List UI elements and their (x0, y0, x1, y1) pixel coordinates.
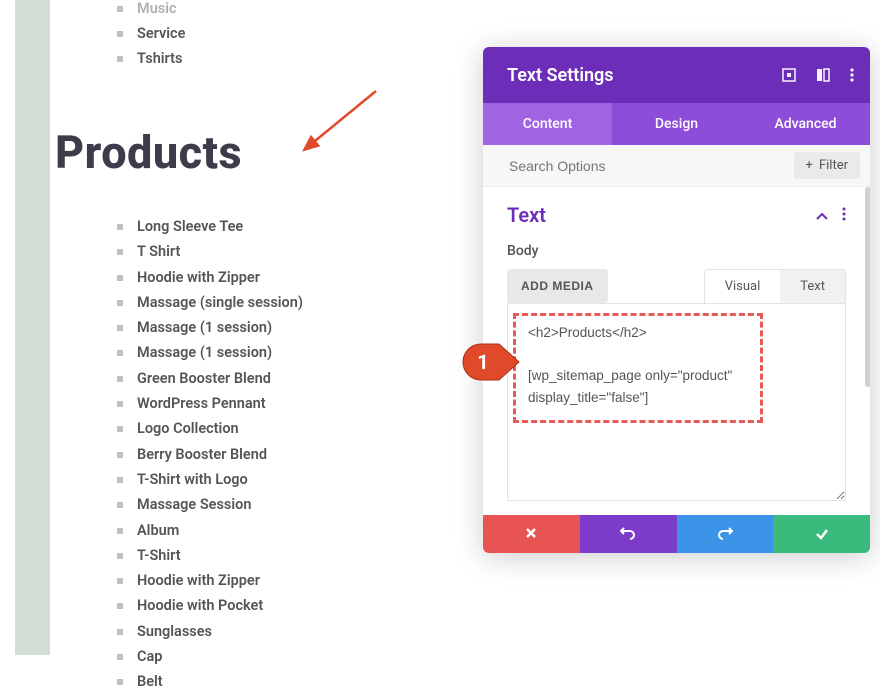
chevron-up-icon[interactable] (816, 206, 828, 225)
redo-icon (717, 525, 733, 544)
product-list: Long Sleeve Tee T Shirt Hoodie with Zipp… (137, 214, 475, 695)
list-item[interactable]: Berry Booster Blend (137, 442, 475, 467)
list-item[interactable]: Hoodie with Zipper (137, 265, 475, 290)
panel-title: Text Settings (507, 65, 782, 86)
search-input[interactable] (509, 158, 794, 174)
tab-advanced[interactable]: Advanced (741, 103, 870, 145)
list-item[interactable]: Green Booster Blend (137, 366, 475, 391)
list-item[interactable]: Hoodie with Zipper (137, 568, 475, 593)
tab-content[interactable]: Content (483, 103, 612, 145)
list-item[interactable]: Hoodie with Pocket (137, 593, 475, 618)
more-icon[interactable] (850, 68, 854, 82)
section-title: Text (507, 203, 816, 227)
panel-footer (483, 515, 870, 553)
list-item[interactable]: Cap (137, 644, 475, 669)
list-item[interactable]: Massage (single session) (137, 290, 475, 315)
tab-design[interactable]: Design (612, 103, 741, 145)
scrollbar[interactable] (865, 187, 870, 387)
list-item[interactable]: T-Shirt (137, 543, 475, 568)
list-item[interactable]: Massage (1 session) (137, 315, 475, 340)
text-settings-panel: Text Settings Content Design Advanced + … (483, 47, 870, 553)
list-item[interactable]: Belt (137, 669, 475, 694)
redo-button[interactable] (677, 515, 774, 553)
more-icon[interactable] (842, 206, 846, 225)
panel-header: Text Settings (483, 47, 870, 103)
list-item[interactable]: T Shirt (137, 239, 475, 264)
list-item[interactable]: T-Shirt with Logo (137, 467, 475, 492)
list-item[interactable]: Sunglasses (137, 619, 475, 644)
list-item[interactable]: Album (137, 518, 475, 543)
editor-tab-text[interactable]: Text (780, 270, 845, 303)
list-item[interactable]: Massage Session (137, 492, 475, 517)
list-item[interactable]: WordPress Pennant (137, 391, 475, 416)
snap-icon[interactable] (816, 68, 830, 82)
check-icon (815, 525, 829, 544)
category-list: Music Service Tshirts (137, 0, 475, 71)
products-heading: Products (55, 126, 475, 179)
undo-icon (620, 525, 636, 544)
list-item[interactable]: Tshirts (137, 46, 475, 71)
editor-tab-visual[interactable]: Visual (705, 270, 781, 303)
add-media-button[interactable]: ADD MEDIA (507, 269, 608, 303)
undo-button[interactable] (580, 515, 677, 553)
list-item[interactable]: Music (137, 0, 475, 21)
code-textarea[interactable] (507, 303, 846, 501)
editor-tabs: Visual Text (704, 269, 846, 303)
cancel-button[interactable] (483, 515, 580, 553)
plus-icon: + (806, 158, 813, 173)
list-item[interactable]: Massage (1 session) (137, 340, 475, 365)
filter-button[interactable]: + Filter (794, 152, 860, 179)
save-button[interactable] (773, 515, 870, 553)
body-label: Body (507, 243, 846, 259)
page-content: Music Service Tshirts Products Long Slee… (55, 0, 475, 695)
text-section: Text Body ADD MEDIA Visual Text (483, 187, 870, 515)
close-icon (524, 525, 538, 544)
page-left-accent (15, 0, 50, 655)
list-item[interactable]: Logo Collection (137, 416, 475, 441)
expand-icon[interactable] (782, 68, 796, 82)
filter-label: Filter (819, 158, 848, 173)
panel-tabs: Content Design Advanced (483, 103, 870, 145)
list-item[interactable]: Service (137, 21, 475, 46)
search-row: + Filter (483, 145, 870, 187)
list-item[interactable]: Long Sleeve Tee (137, 214, 475, 239)
